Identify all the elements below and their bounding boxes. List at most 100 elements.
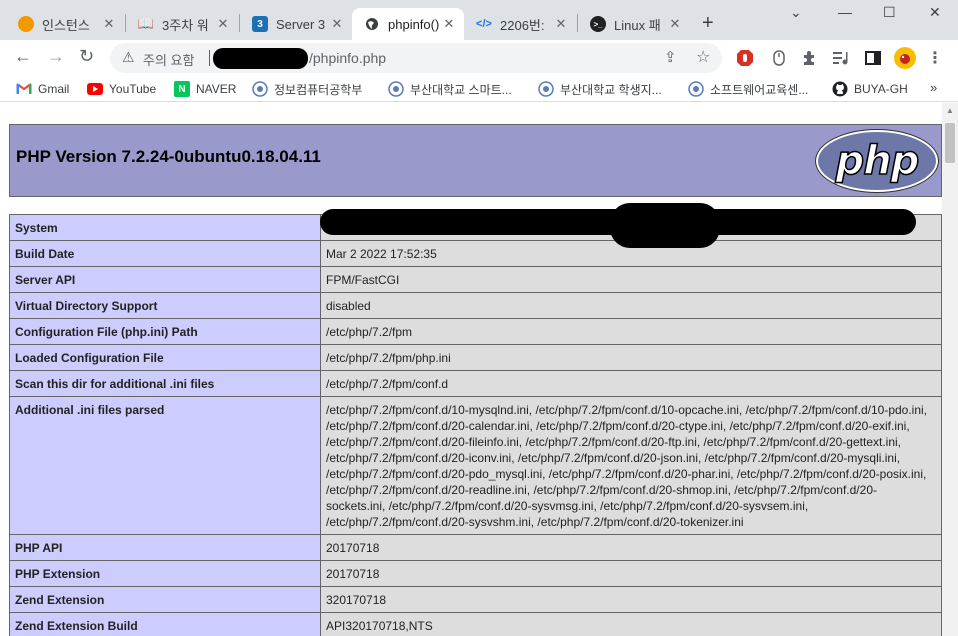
row-value: /etc/php/7.2/fpm/php.ini bbox=[320, 344, 942, 371]
bookmark-sw-edu[interactable]: 소프트웨어교육센... bbox=[688, 80, 808, 98]
bookmark-gmail[interactable]: Gmail bbox=[16, 80, 69, 98]
pnu-icon bbox=[252, 81, 268, 97]
row-value: /etc/php/7.2/fpm bbox=[320, 318, 942, 345]
bookmark-label: NAVER bbox=[196, 82, 237, 96]
table-row: PHP API 20170718 bbox=[9, 534, 942, 561]
page-content: PHP Version 7.2.24-0ubuntu0.18.04.11 php… bbox=[0, 103, 942, 636]
scroll-up-arrow[interactable]: ▲ bbox=[942, 106, 958, 115]
php-logo[interactable]: php bbox=[816, 130, 938, 192]
row-value: 20170718 bbox=[320, 534, 942, 561]
redacted-system-value bbox=[610, 203, 720, 248]
book-icon: 📖 bbox=[137, 16, 155, 31]
tab-strip: 인스턴스 ✕ 📖 3주차 워 ✕ 3 Server 3 ✕ phpinfo() … bbox=[0, 0, 958, 40]
table-row: Build Date Mar 2 2022 17:52:35 bbox=[9, 240, 942, 267]
tab-title: 3주차 워 bbox=[162, 17, 209, 33]
close-icon[interactable]: ✕ bbox=[666, 16, 684, 32]
tab-week3[interactable]: 📖 3주차 워 ✕ bbox=[126, 8, 238, 40]
php-logo-text: php bbox=[835, 137, 920, 185]
minimize-button[interactable]: — bbox=[838, 4, 852, 20]
row-key: Configuration File (php.ini) Path bbox=[9, 318, 321, 345]
bookmarks-overflow-button[interactable]: » bbox=[930, 80, 937, 95]
row-value: disabled bbox=[320, 292, 942, 319]
pnu-icon bbox=[688, 81, 704, 97]
tab-title: phpinfo() bbox=[388, 16, 440, 32]
tab-phpinfo[interactable]: phpinfo() ✕ bbox=[352, 8, 464, 40]
mouse-icon[interactable] bbox=[770, 48, 788, 68]
naver-icon: N bbox=[174, 81, 190, 97]
row-key: Additional .ini files parsed bbox=[9, 396, 321, 535]
row-value: 320170718 bbox=[320, 586, 942, 613]
extensions-icon[interactable] bbox=[800, 48, 818, 68]
share-icon[interactable]: ⇪ bbox=[664, 48, 677, 66]
close-icon[interactable]: ✕ bbox=[440, 16, 458, 32]
table-row: Virtual Directory Support disabled bbox=[9, 292, 942, 319]
reload-button[interactable]: ↻ bbox=[79, 46, 94, 67]
tab-title: 인스턴스 bbox=[42, 17, 90, 33]
row-key: Zend Extension bbox=[9, 586, 321, 613]
orange-circle-icon bbox=[18, 16, 34, 32]
media-control-icon[interactable] bbox=[832, 48, 850, 68]
row-value: API320170718,NTS bbox=[320, 612, 942, 636]
back-button[interactable]: ← bbox=[14, 46, 32, 67]
forward-button[interactable]: → bbox=[47, 46, 65, 67]
table-row: Loaded Configuration File/etc/php/7.2/fp… bbox=[9, 344, 942, 371]
row-key: Server API bbox=[9, 266, 321, 293]
bookmark-pnu-smart[interactable]: 부산대학교 스마트... bbox=[388, 80, 512, 98]
bookmark-label: 정보컴퓨터공학부 bbox=[274, 82, 363, 97]
table-row: Zend Extension Build API320170718,NTS bbox=[9, 612, 942, 636]
vertical-scrollbar[interactable]: ▲ bbox=[942, 103, 958, 636]
tab-server3[interactable]: 3 Server 3 ✕ bbox=[240, 8, 352, 40]
table-row: Additional .ini files parsed/etc/php/7.2… bbox=[9, 396, 942, 535]
tab-title: Server 3 bbox=[276, 16, 326, 32]
bookmark-youtube[interactable]: YouTube bbox=[87, 80, 156, 98]
table-row: Scan this dir for additional .ini files /… bbox=[9, 370, 942, 397]
security-label[interactable]: 주의 요함 bbox=[143, 50, 194, 69]
terminal-icon: >_ bbox=[590, 16, 606, 32]
row-key: Zend Extension Build bbox=[9, 612, 321, 636]
profile-avatar[interactable] bbox=[894, 47, 916, 69]
close-icon[interactable]: ✕ bbox=[214, 16, 232, 32]
menu-icon[interactable]: ⋮ bbox=[927, 48, 943, 68]
row-key: Loaded Configuration File bbox=[9, 344, 321, 371]
close-window-button[interactable]: ✕ bbox=[929, 4, 941, 21]
bookmark-github[interactable]: BUYA-GH bbox=[832, 80, 908, 98]
tab-instances[interactable]: 인스턴스 ✕ bbox=[6, 8, 124, 40]
youtube-icon bbox=[87, 81, 103, 97]
bookmark-label: Gmail bbox=[38, 82, 70, 96]
side-panel-icon[interactable] bbox=[864, 48, 882, 68]
php-info-table: System Build Date Mar 2 2022 17:52:35 Serve… bbox=[9, 214, 942, 636]
scrollbar-thumb[interactable] bbox=[945, 123, 955, 163]
bookmark-naver[interactable]: N NAVER bbox=[174, 80, 236, 98]
bookmark-cse[interactable]: 정보컴퓨터공학부 bbox=[252, 80, 362, 98]
bookmark-label: 소프트웨어교육센... bbox=[710, 82, 809, 97]
bookmark-star-icon[interactable]: ☆ bbox=[696, 47, 710, 67]
page-title: PHP Version 7.2.24-0ubuntu0.18.04.11 bbox=[16, 147, 321, 166]
close-icon[interactable]: ✕ bbox=[100, 16, 118, 32]
divider bbox=[209, 50, 210, 66]
tab-2206[interactable]: </> 2206번: ✕ bbox=[464, 8, 576, 40]
row-key: PHP Extension bbox=[9, 560, 321, 587]
tab-search-icon[interactable]: ⌄ bbox=[790, 4, 802, 21]
github-icon bbox=[832, 81, 848, 97]
redacted-host bbox=[213, 48, 308, 69]
new-tab-button[interactable]: + bbox=[702, 12, 714, 35]
close-icon[interactable]: ✕ bbox=[328, 16, 346, 32]
tab-linux[interactable]: >_ Linux 패 ✕ bbox=[578, 8, 690, 40]
toolbar: ← → ↻ ⚠ 주의 요함 /phpinfo.php ⇪ ☆ ⋮ bbox=[0, 40, 958, 76]
bookmark-pnu-student[interactable]: 부산대학교 학생지... bbox=[538, 80, 662, 98]
warning-icon[interactable]: ⚠ bbox=[122, 49, 135, 66]
pnu-icon bbox=[388, 81, 404, 97]
url-text[interactable]: /phpinfo.php bbox=[309, 50, 386, 66]
tab-title: Linux 패 bbox=[614, 17, 661, 33]
bookmark-label: 부산대학교 스마트... bbox=[410, 82, 512, 97]
bookmark-label: YouTube bbox=[109, 82, 157, 96]
maximize-button[interactable]: ☐ bbox=[883, 4, 896, 21]
close-icon[interactable]: ✕ bbox=[552, 16, 570, 32]
row-key: Build Date bbox=[9, 240, 321, 267]
table-row: Configuration File (php.ini) Path/etc/ph… bbox=[9, 318, 942, 345]
table-row: PHP Extension 20170718 bbox=[9, 560, 942, 587]
code-icon: </> bbox=[476, 18, 492, 30]
address-bar[interactable]: ⚠ 주의 요함 /phpinfo.php ⇪ ☆ bbox=[110, 43, 722, 73]
adblock-icon[interactable] bbox=[736, 48, 754, 68]
row-value: FPM/FastCGI bbox=[320, 266, 942, 293]
